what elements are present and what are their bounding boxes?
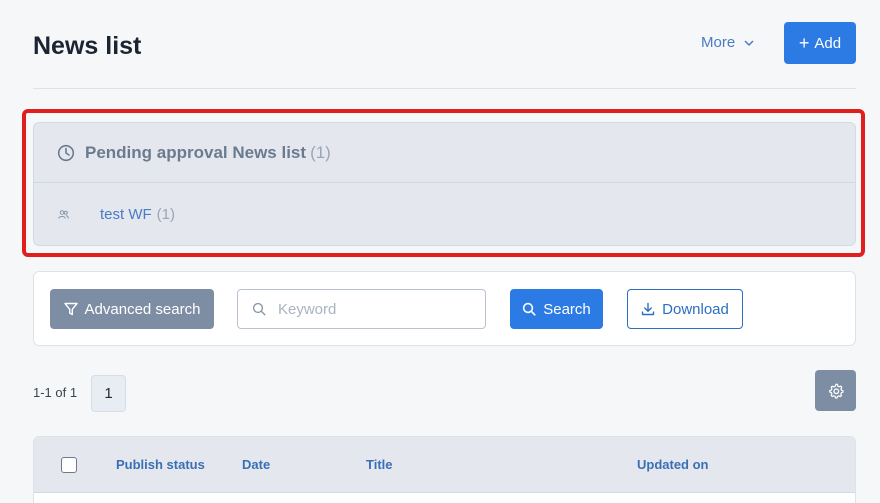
select-all-checkbox[interactable] [61,457,77,473]
add-label: Add [814,34,842,52]
column-header-title[interactable]: Title [366,457,393,472]
search-label: Search [543,300,591,318]
column-settings-button[interactable] [815,370,856,411]
download-icon [641,302,655,316]
download-label: Download [662,300,729,318]
advanced-search-button[interactable]: Advanced search [50,289,214,329]
page-title: News list [33,32,142,60]
plus-icon: + [798,33,810,53]
news-table: Publish status Date Title Updated on [33,436,856,503]
more-dropdown[interactable]: More [701,34,755,51]
pagination-info: 1-1 of 1 [33,385,78,400]
more-label: More [701,34,736,51]
search-icon [252,302,266,316]
download-button[interactable]: Download [627,289,743,329]
page-header: News list More + Add [33,0,856,89]
column-header-date[interactable]: Date [242,457,270,472]
table-header: Publish status Date Title Updated on [34,437,855,493]
filter-icon [63,302,78,316]
column-header-updated-on[interactable]: Updated on [637,457,709,472]
advanced-search-label: Advanced search [84,300,201,318]
search-panel: Advanced search Search Download [33,271,856,346]
gear-icon [828,383,844,399]
chevron-down-icon [744,39,754,46]
page-button-1[interactable]: 1 [91,375,126,412]
search-button[interactable]: Search [510,289,603,329]
keyword-input[interactable] [278,300,478,318]
keyword-field[interactable] [237,289,486,329]
add-button[interactable]: + Add [784,22,856,64]
search-icon [523,302,536,316]
highlight-frame [22,109,865,257]
column-header-publish-status[interactable]: Publish status [116,457,205,472]
